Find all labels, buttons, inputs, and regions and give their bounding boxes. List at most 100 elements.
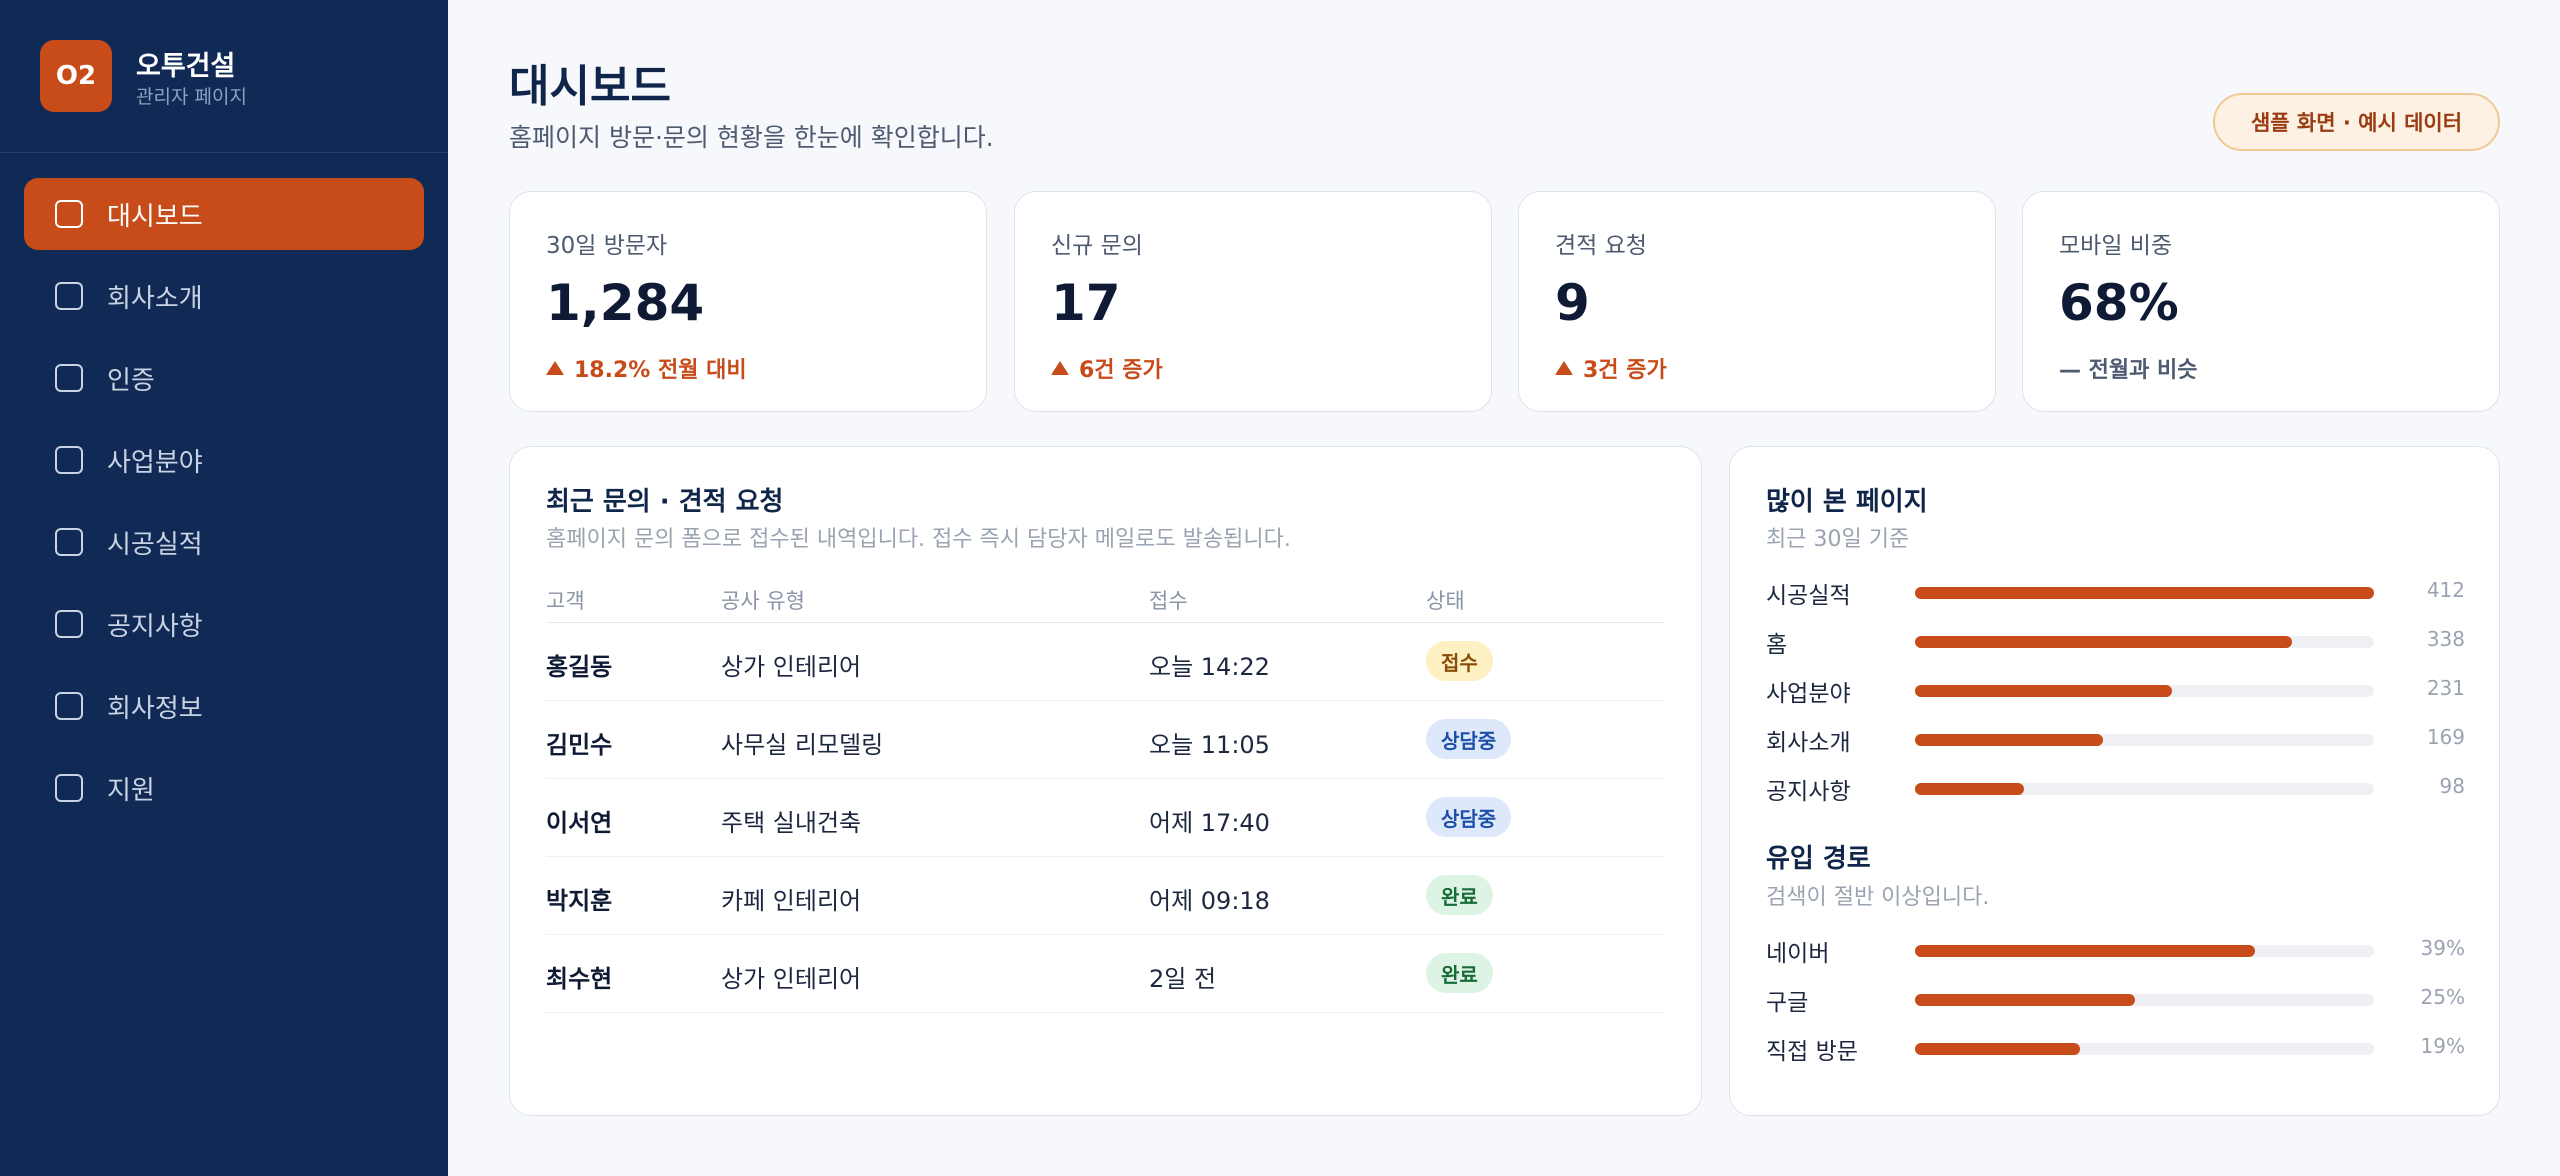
checkbox-outline-icon <box>55 610 83 638</box>
bar-value: 98 <box>2439 774 2465 798</box>
section-subtitle: 홈페이지 문의 폼으로 접수된 내역입니다. 접수 즉시 담당자 메일로도 발송… <box>546 527 1291 552</box>
popular-page-row: 사업분야 231 <box>1766 674 2465 707</box>
bar-value: 25% <box>2420 985 2465 1009</box>
status-badge: 상담중 <box>1426 719 1512 759</box>
sidebar-item-support[interactable]: 지원 <box>24 752 424 824</box>
stat-delta: 3건 증가 <box>1555 352 1667 384</box>
section-title: 최근 문의 · 견적 요청 <box>546 487 784 517</box>
sidebar-item-business[interactable]: 사업분야 <box>24 424 424 496</box>
stat-label: 견적 요청 <box>1555 233 1647 259</box>
bar-value: 231 <box>2426 676 2465 700</box>
triangle-up-icon <box>1051 361 1069 375</box>
traffic-source-row: 직접 방문 19% <box>1766 1032 2465 1065</box>
bar-fill <box>1915 685 2173 697</box>
sidebar-item-certification[interactable]: 인증 <box>24 342 424 414</box>
checkbox-outline-icon <box>55 774 83 802</box>
bar-label: 시공실적 <box>1766 583 1851 609</box>
bar-track <box>1915 636 2374 648</box>
page-title: 대시보드 <box>509 61 671 112</box>
popular-pages-card: 많이 본 페이지 최근 30일 기준 시공실적 412 홈 338 사업분야 2… <box>1729 446 2500 1116</box>
work-type: 주택 실내건축 <box>721 809 862 837</box>
customer-name: 김민수 <box>546 731 613 759</box>
popular-page-row: 회사소개 169 <box>1766 723 2465 756</box>
customer-name: 홍길동 <box>546 653 613 681</box>
traffic-source-row: 구글 25% <box>1766 983 2465 1016</box>
sidebar: O2 오투건설 관리자 페이지 대시보드 회사소개 인증 사업분야 시공실적 공… <box>0 0 448 1176</box>
stat-delta-text: — 전월과 비슷 <box>2059 358 2198 383</box>
bar-value: 169 <box>2426 725 2465 749</box>
stat-card-new-inquiries: 신규 문의 17 6건 증가 <box>1014 191 1492 412</box>
sidebar-item-label: 회사정보 <box>107 693 203 724</box>
bar-track <box>1915 587 2374 599</box>
checkbox-outline-icon <box>55 692 83 720</box>
column-header: 접수 <box>1149 589 1188 613</box>
sidebar-item-company-info[interactable]: 회사정보 <box>24 670 424 742</box>
bar-label: 직접 방문 <box>1766 1039 1858 1065</box>
table-row[interactable]: 이서연 주택 실내건축 어제 17:40 상담중 <box>546 779 1665 857</box>
sidebar-item-notices[interactable]: 공지사항 <box>24 588 424 660</box>
stat-delta: — 전월과 비슷 <box>2059 352 2198 384</box>
stat-card-quote-requests: 견적 요청 9 3건 증가 <box>1518 191 1996 412</box>
bar-label: 사업분야 <box>1766 681 1851 707</box>
column-header: 상태 <box>1426 589 1465 613</box>
received-time: 2일 전 <box>1149 965 1217 993</box>
stat-label: 신규 문의 <box>1051 233 1143 259</box>
page-subtitle: 홈페이지 방문·문의 현황을 한눈에 확인합니다. <box>509 123 994 152</box>
table-header: 고객 공사 유형 접수 상태 <box>546 577 1665 623</box>
work-type: 상가 인테리어 <box>721 653 862 681</box>
table-row[interactable]: 김민수 사무실 리모델링 오늘 11:05 상담중 <box>546 701 1665 779</box>
table-row[interactable]: 홍길동 상가 인테리어 오늘 14:22 접수 <box>546 623 1665 701</box>
status-badge: 상담중 <box>1426 797 1512 837</box>
sidebar-item-portfolio[interactable]: 시공실적 <box>24 506 424 578</box>
bar-fill <box>1915 587 2374 599</box>
bar-value: 19% <box>2420 1034 2465 1058</box>
popular-page-row: 공지사항 98 <box>1766 772 2465 805</box>
stat-label: 모바일 비중 <box>2059 233 2173 259</box>
stat-label: 30일 방문자 <box>546 233 668 259</box>
table-row[interactable]: 박지훈 카페 인테리어 어제 09:18 완료 <box>546 857 1665 935</box>
brand-header: O2 오투건설 관리자 페이지 <box>0 0 448 153</box>
stat-delta: 6건 증가 <box>1051 352 1163 384</box>
work-type: 상가 인테리어 <box>721 965 862 993</box>
triangle-up-icon <box>1555 361 1573 375</box>
status-badge: 완료 <box>1426 953 1493 993</box>
checkbox-outline-icon <box>55 446 83 474</box>
table-row[interactable]: 최수현 상가 인테리어 2일 전 완료 <box>546 935 1665 1013</box>
bar-label: 홈 <box>1766 632 1788 658</box>
stat-value: 17 <box>1051 274 1121 332</box>
bar-fill <box>1915 783 2025 795</box>
stat-delta-text: 6건 증가 <box>1079 358 1163 383</box>
received-time: 오늘 14:22 <box>1149 653 1270 681</box>
customer-name: 최수현 <box>546 965 613 993</box>
work-type: 사무실 리모델링 <box>721 731 884 759</box>
bar-track <box>1915 685 2374 697</box>
sidebar-item-dashboard[interactable]: 대시보드 <box>24 178 424 250</box>
bar-label: 구글 <box>1766 990 1809 1016</box>
brand-subtitle: 관리자 페이지 <box>136 86 247 108</box>
stat-value: 9 <box>1555 274 1590 332</box>
sidebar-nav: 대시보드 회사소개 인증 사업분야 시공실적 공지사항 회사정보 지원 <box>24 178 424 834</box>
received-time: 오늘 11:05 <box>1149 731 1270 759</box>
column-header: 고객 <box>546 589 585 613</box>
bar-label: 공지사항 <box>1766 779 1851 805</box>
sidebar-item-label: 대시보드 <box>107 201 203 232</box>
sidebar-item-label: 사업분야 <box>107 447 203 478</box>
status-badge: 접수 <box>1426 641 1493 681</box>
section-subtitle: 최근 30일 기준 <box>1766 527 1910 552</box>
bar-value: 39% <box>2420 936 2465 960</box>
sidebar-item-company-intro[interactable]: 회사소개 <box>24 260 424 332</box>
sidebar-item-label: 지원 <box>107 775 155 806</box>
bar-label: 네이버 <box>1766 941 1830 967</box>
bar-label: 회사소개 <box>1766 730 1851 756</box>
checkbox-outline-icon <box>55 364 83 392</box>
sidebar-item-label: 공지사항 <box>107 611 203 642</box>
stat-value: 68% <box>2059 274 2179 332</box>
brand-logo[interactable]: O2 <box>40 40 112 112</box>
stat-card-mobile-share: 모바일 비중 68% — 전월과 비슷 <box>2022 191 2500 412</box>
column-header: 공사 유형 <box>721 589 805 613</box>
sidebar-item-label: 회사소개 <box>107 283 203 314</box>
received-time: 어제 09:18 <box>1149 887 1270 915</box>
traffic-source-row: 네이버 39% <box>1766 934 2465 967</box>
bar-track <box>1915 1043 2374 1055</box>
work-type: 카페 인테리어 <box>721 887 862 915</box>
